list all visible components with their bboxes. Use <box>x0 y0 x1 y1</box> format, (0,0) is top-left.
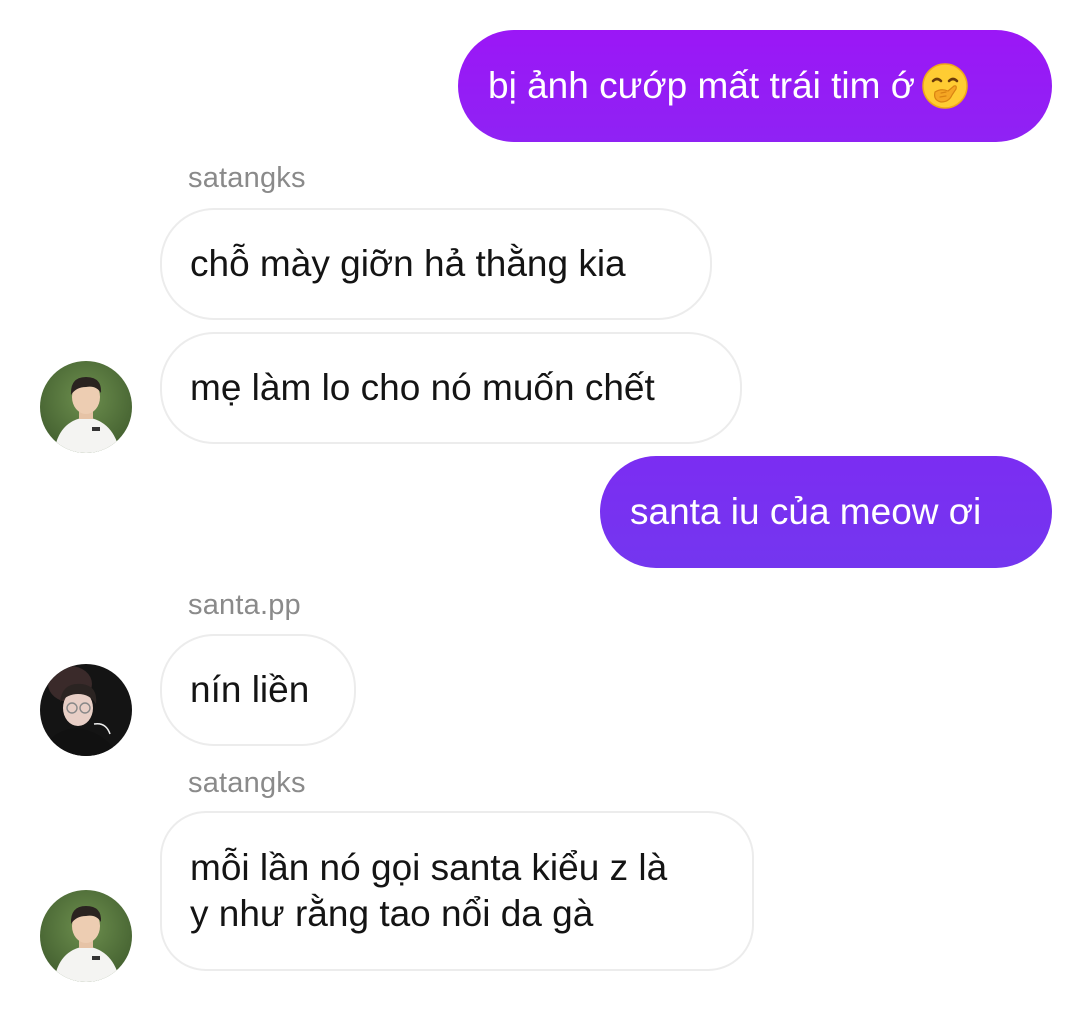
message-text-line: mỗi lần nó gọi santa kiểu z là <box>190 847 668 888</box>
sent-message-bubble[interactable]: bị ảnh cướp mất trái tim ớ <box>458 30 1052 142</box>
received-message-bubble[interactable]: chỗ mày giỡn hả thằng kia <box>160 208 712 320</box>
message-text: chỗ mày giỡn hả thằng kia <box>190 243 626 284</box>
sender-name: satangks <box>188 162 306 194</box>
received-message-bubble[interactable]: mẹ làm lo cho nó muốn chết <box>160 332 742 444</box>
sent-message-bubble[interactable]: santa iu của meow ơi <box>600 456 1052 568</box>
avatar-santa[interactable] <box>40 664 132 756</box>
received-message-bubble[interactable]: mỗi lần nó gọi santa kiểu z là y như rằn… <box>160 811 754 971</box>
received-message-bubble[interactable]: nín liền <box>160 634 356 746</box>
message-text: nín liền <box>190 669 310 710</box>
message-text: mẹ làm lo cho nó muốn chết <box>190 367 655 408</box>
sender-name: satangks <box>188 767 306 799</box>
sender-name: santa.pp <box>188 589 301 621</box>
message-text-line: y như rằng tao nổi da gà <box>190 893 594 934</box>
message-text: bị ảnh cướp mất trái tim ớ <box>488 65 915 106</box>
hand-over-mouth-emoji-icon <box>921 62 969 110</box>
avatar-satangks[interactable] <box>40 890 132 982</box>
avatar-satangks[interactable] <box>40 361 132 453</box>
chat-thread: bị ảnh cướp mất trái tim ớ satangks chỗ … <box>0 0 1074 1015</box>
message-text: santa iu của meow ơi <box>630 491 982 532</box>
